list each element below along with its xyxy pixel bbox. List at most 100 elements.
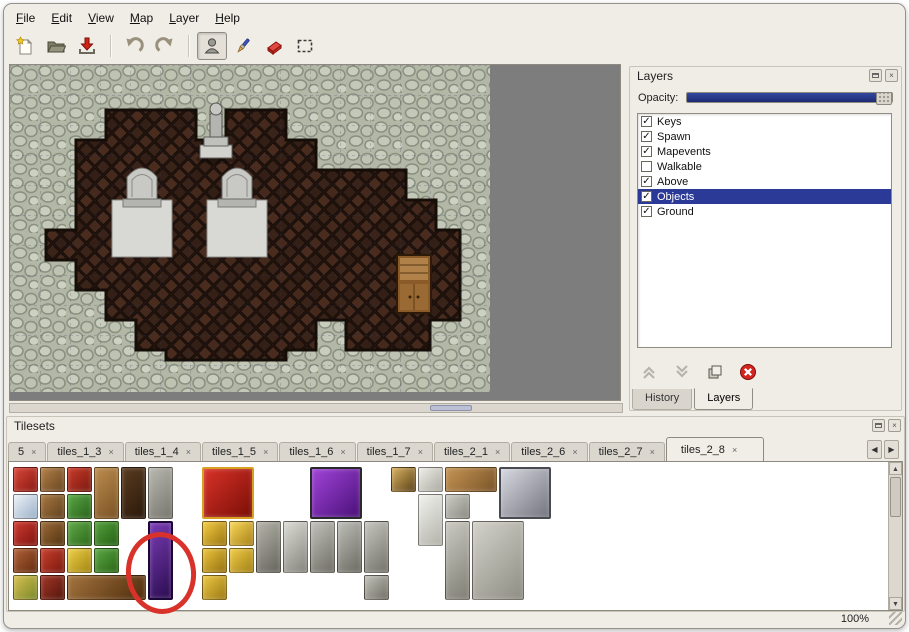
- tilesets-panel-close-button[interactable]: ×: [888, 419, 901, 432]
- lower-layer-button[interactable]: [670, 361, 694, 383]
- tileset-vertical-scrollbar[interactable]: ▲ ▼: [888, 462, 902, 610]
- tab-close-icon[interactable]: ×: [418, 447, 423, 457]
- layer-visibility-checkbox[interactable]: ✓: [641, 206, 652, 217]
- layer-row-objects[interactable]: ✓Objects: [638, 189, 891, 204]
- tileset-tab-tiles_1_4[interactable]: tiles_1_4×: [125, 442, 201, 461]
- menu-file[interactable]: File: [8, 8, 43, 28]
- tileset-tab-tiles_2_8[interactable]: tiles_2_8×: [666, 437, 764, 461]
- menu-help[interactable]: Help: [207, 8, 248, 28]
- menu-map[interactable]: Map: [122, 8, 161, 28]
- tileset-tab-tiles_1_3[interactable]: tiles_1_3×: [47, 442, 123, 461]
- tile-stone-blocks[interactable]: [472, 521, 524, 600]
- rect-select-tool-button[interactable]: [290, 32, 320, 60]
- tile-white-pillar[interactable]: [418, 467, 443, 492]
- scroll-down-button[interactable]: ▼: [889, 597, 902, 610]
- tab-close-icon[interactable]: ×: [732, 445, 737, 455]
- tab-close-icon[interactable]: ×: [572, 447, 577, 457]
- layer-row-spawn[interactable]: ✓Spawn: [638, 129, 891, 144]
- tile-book-stack[interactable]: [13, 548, 38, 573]
- tab-close-icon[interactable]: ×: [263, 447, 268, 457]
- scroll-up-button[interactable]: ▲: [889, 462, 902, 475]
- tile-red-throne[interactable]: [202, 467, 254, 519]
- tile-gold-bars[interactable]: [229, 548, 254, 573]
- opacity-slider[interactable]: [686, 92, 893, 103]
- tileset-tab-tiles_2_7[interactable]: tiles_2_7×: [589, 442, 665, 461]
- tileset-tab-tiles_2_1[interactable]: tiles_2_1×: [434, 442, 510, 461]
- tile-red-pot[interactable]: [67, 467, 92, 492]
- tab-close-icon[interactable]: ×: [108, 447, 113, 457]
- scroll-tabs-right-button[interactable]: ▶: [884, 440, 899, 459]
- layer-visibility-checkbox[interactable]: ✓: [641, 146, 652, 157]
- tab-close-icon[interactable]: ×: [31, 447, 36, 457]
- layer-row-mapevents[interactable]: ✓Mapevents: [638, 144, 891, 159]
- tileset-tab-5[interactable]: 5×: [8, 442, 46, 461]
- menu-layer[interactable]: Layer: [161, 8, 207, 28]
- tile-purple-throne[interactable]: [310, 467, 362, 519]
- open-button[interactable]: [41, 32, 71, 60]
- tile-gold-necklace[interactable]: [202, 548, 227, 573]
- opacity-slider-handle[interactable]: [876, 92, 892, 105]
- raise-layer-button[interactable]: [637, 361, 661, 383]
- tile-gargoyle-statue[interactable]: [310, 521, 335, 573]
- map-hscroll-handle[interactable]: [430, 405, 472, 411]
- tile-angel-statue[interactable]: [283, 521, 308, 573]
- tile-gargoyle-statue-2[interactable]: [337, 521, 362, 573]
- delete-layer-button[interactable]: [736, 361, 760, 383]
- tile-boulder[interactable]: [256, 521, 281, 573]
- tile-potted-plant-2[interactable]: [67, 521, 92, 546]
- tile-bananas[interactable]: [67, 548, 92, 573]
- tile-banner-red[interactable]: [13, 467, 38, 492]
- undo-button[interactable]: [119, 32, 149, 60]
- menu-view[interactable]: View: [80, 8, 122, 28]
- tile-wooden-shelf[interactable]: [94, 467, 119, 519]
- tile-potted-plant-3[interactable]: [94, 521, 119, 546]
- tileset-tab-tiles_1_7[interactable]: tiles_1_7×: [357, 442, 433, 461]
- layer-visibility-checkbox[interactable]: ✓: [641, 116, 652, 127]
- tab-close-icon[interactable]: ×: [650, 447, 655, 457]
- tileset-tab-tiles_2_6[interactable]: tiles_2_6×: [511, 442, 587, 461]
- tile-framed-picture[interactable]: [391, 467, 416, 492]
- tile-gray-monument[interactable]: [445, 521, 470, 600]
- tile-wooden-bench[interactable]: [445, 467, 497, 492]
- layer-visibility-checkbox[interactable]: ✓: [641, 131, 652, 142]
- tileset-tab-tiles_1_5[interactable]: tiles_1_5×: [202, 442, 278, 461]
- tile-white-banner[interactable]: [13, 494, 38, 519]
- map-horizontal-scrollbar[interactable]: [9, 403, 623, 413]
- tile-potted-plant[interactable]: [67, 494, 92, 519]
- tile-red-pot-2[interactable]: [40, 548, 65, 573]
- layers-panel-close-button[interactable]: ×: [885, 69, 898, 82]
- tile-silver-armor[interactable]: [499, 467, 551, 519]
- redo-button[interactable]: [150, 32, 180, 60]
- tile-wyvern-statue[interactable]: [364, 521, 389, 573]
- tile-gold-treasure[interactable]: [229, 521, 254, 546]
- map-canvas[interactable]: [9, 64, 621, 401]
- layer-row-above[interactable]: ✓Above: [638, 174, 891, 189]
- duplicate-layer-button[interactable]: [703, 361, 727, 383]
- tab-history[interactable]: History: [632, 389, 692, 410]
- tile-bookshelf[interactable]: [40, 521, 65, 546]
- tile-spinning-wheel-2[interactable]: [40, 494, 65, 519]
- layer-row-keys[interactable]: ✓Keys: [638, 114, 891, 129]
- layer-row-ground[interactable]: ✓Ground: [638, 204, 891, 219]
- tile-gold-bar[interactable]: [202, 575, 227, 600]
- tileset-vscroll-handle[interactable]: [890, 477, 901, 517]
- scroll-tabs-left-button[interactable]: ◀: [867, 440, 882, 459]
- tile-gold-key[interactable]: [202, 521, 227, 546]
- tab-close-icon[interactable]: ×: [340, 447, 345, 457]
- tile-dark-door[interactable]: [121, 467, 146, 519]
- tile-dark-pot[interactable]: [40, 575, 65, 600]
- new-file-button[interactable]: [10, 32, 40, 60]
- layers-panel-float-button[interactable]: [869, 69, 882, 82]
- resize-grip[interactable]: [889, 612, 902, 625]
- layer-visibility-checkbox[interactable]: ✓: [641, 176, 652, 187]
- tile-white-obelisk[interactable]: [418, 494, 443, 546]
- menu-edit[interactable]: Edit: [43, 8, 80, 28]
- tab-close-icon[interactable]: ×: [186, 447, 191, 457]
- eraser-tool-button[interactable]: [259, 32, 289, 60]
- stamp-tool-button[interactable]: [197, 32, 227, 60]
- layer-visibility-checkbox[interactable]: ✓: [641, 191, 652, 202]
- tab-close-icon[interactable]: ×: [495, 447, 500, 457]
- tile-banner-emblem[interactable]: [13, 521, 38, 546]
- tilesets-panel-float-button[interactable]: [872, 419, 885, 432]
- layer-row-walkable[interactable]: Walkable: [638, 159, 891, 174]
